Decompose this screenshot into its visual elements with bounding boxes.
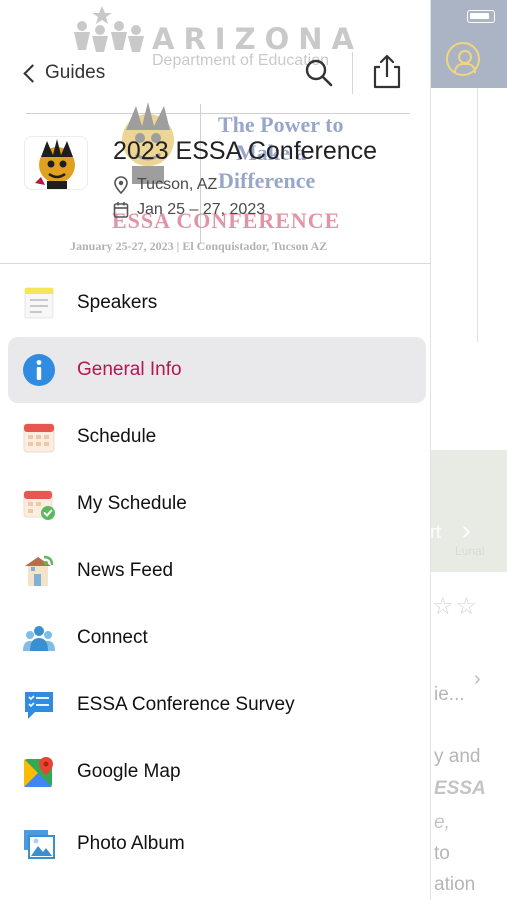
background-text-line: ie... <box>434 684 465 705</box>
menu-item-google-map[interactable]: Google Map <box>8 739 426 805</box>
menu-item-news-feed[interactable]: News Feed <box>8 538 426 604</box>
event-dates: Jan 25 – 27, 2023 <box>113 201 265 219</box>
menu-item-label: My Schedule <box>77 493 187 514</box>
drawer-header: ARIZONA Department of Education The Powe… <box>0 0 431 265</box>
background-text-line: to <box>434 843 450 864</box>
children-figures-icon <box>74 6 144 52</box>
google-map-icon <box>24 757 53 787</box>
menu-item-connect[interactable]: Connect <box>8 605 426 671</box>
background-text-line: e, <box>434 812 450 833</box>
event-banner-watermark: ARIZONA Department of Education The Powe… <box>0 0 431 265</box>
rating-stars-icon[interactable]: ☆☆ <box>432 592 479 621</box>
location-pin-icon <box>114 176 128 194</box>
event-location-text: Tucson, AZ <box>137 176 218 193</box>
survey-chat-icon <box>25 692 53 719</box>
calendar-icon <box>23 423 55 453</box>
header-divider <box>352 52 353 94</box>
background-photo-text: rt <box>430 522 441 542</box>
background-text-line: ation <box>434 874 476 895</box>
watermark-dates-venue: January 25-27, 2023 | El Conquistador, T… <box>70 239 328 253</box>
navigation-drawer: ARIZONA Department of Education The Powe… <box>0 0 431 900</box>
menu-item-essa-survey[interactable]: ESSA Conference Survey <box>8 672 426 738</box>
watermark-tagline: Difference <box>218 168 316 193</box>
menu-item-label: Google Map <box>77 761 181 782</box>
watermark-tagline: The Power to <box>218 112 344 137</box>
header-divider-line <box>0 263 431 264</box>
event-dates-text: Jan 25 – 27, 2023 <box>137 201 266 218</box>
menu-item-label: Connect <box>77 627 148 648</box>
calendar-check-icon <box>23 490 55 520</box>
event-title: 2023 ESSA Conference <box>113 137 378 165</box>
photo-album-icon <box>24 830 55 859</box>
menu-item-label: News Feed <box>77 560 174 581</box>
search-icon[interactable] <box>302 56 336 90</box>
background-text-line: ESSA <box>434 778 486 799</box>
back-to-guides-button[interactable]: Guides <box>20 58 105 88</box>
menu-item-label: Photo Album <box>77 833 185 854</box>
menu-item-schedule[interactable]: Schedule <box>8 404 426 470</box>
battery-icon <box>467 10 495 23</box>
info-icon <box>23 354 55 386</box>
menu-item-speakers[interactable]: Speakers <box>8 270 426 336</box>
back-button-label: Guides <box>45 62 106 83</box>
profile-icon[interactable] <box>446 42 480 76</box>
watermark-org-title: ARIZONA <box>152 22 363 56</box>
menu-item-label: ESSA Conference Survey <box>77 694 295 715</box>
people-icon <box>23 626 55 651</box>
background-photo-subtext: Lunal <box>455 544 485 558</box>
event-logo-thumbnail <box>24 136 88 190</box>
menu-item-photo-album[interactable]: Photo Album <box>8 811 426 877</box>
calendar-small-icon <box>113 202 129 218</box>
menu-item-label: Schedule <box>77 426 157 447</box>
menu-item-general-info[interactable]: General Info <box>8 337 426 403</box>
chevron-right-icon[interactable]: › <box>462 515 471 546</box>
speakers-notepad-icon <box>24 287 54 319</box>
background-text-line: y and <box>434 746 481 767</box>
chevron-right-icon[interactable]: › <box>474 668 481 691</box>
menu-item-label: Speakers <box>77 292 158 313</box>
event-location: Tucson, AZ <box>113 176 217 194</box>
background-divider <box>477 88 478 342</box>
menu-item-my-schedule[interactable]: My Schedule <box>8 471 426 537</box>
share-icon[interactable] <box>371 52 403 90</box>
chevron-left-icon <box>23 63 42 83</box>
news-feed-icon <box>25 555 54 586</box>
menu-item-label: General Info <box>77 359 182 380</box>
event-logo-icon <box>35 139 75 189</box>
